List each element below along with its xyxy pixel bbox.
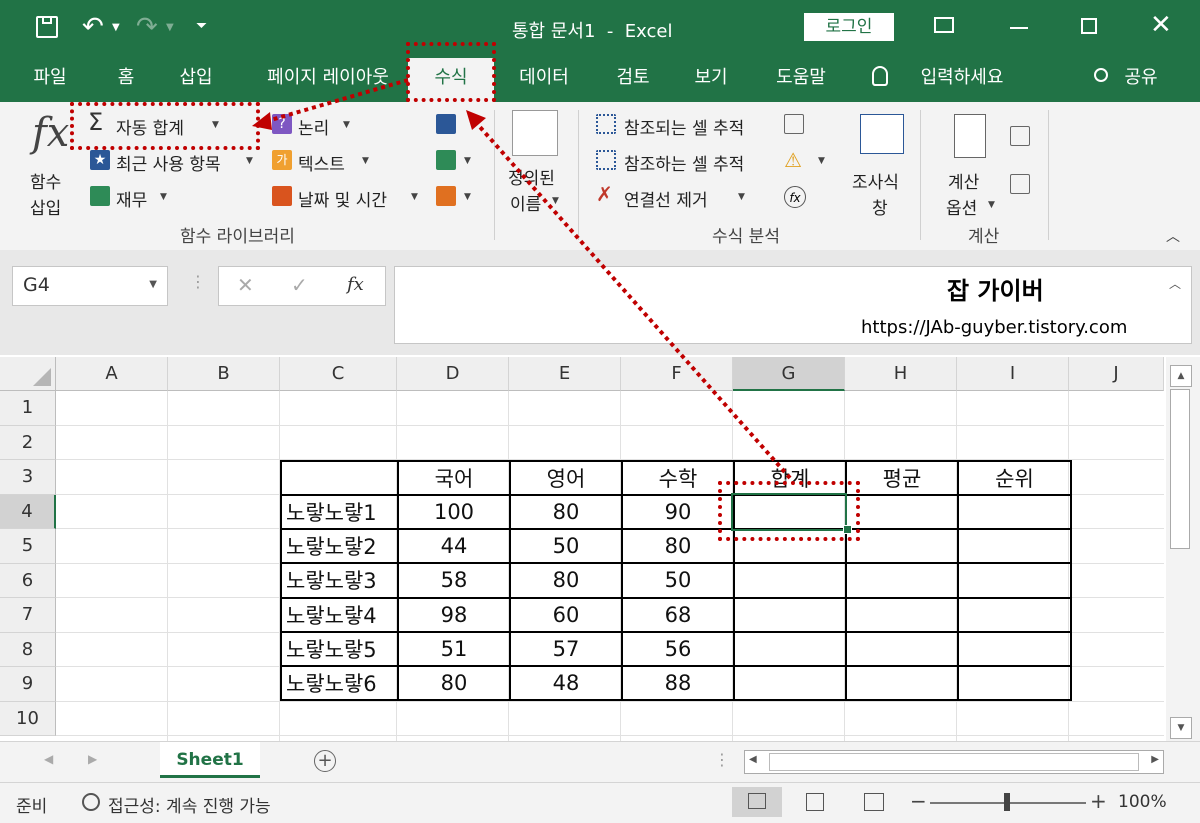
zoom-out-icon[interactable]: − (910, 789, 927, 813)
page-break-view-icon[interactable] (864, 793, 884, 811)
arrowhead (466, 110, 486, 130)
zoom-level[interactable]: 100% (1118, 792, 1167, 812)
sheet-tab-sheet1[interactable]: Sheet1 (160, 742, 260, 778)
add-sheet-icon[interactable]: + (314, 750, 336, 772)
arrow-cell-to-tab (470, 116, 792, 480)
status-bar: 준비 접근성: 계속 진행 가능 − + 100% (0, 782, 1200, 823)
scroll-thumb[interactable] (769, 753, 1139, 771)
annotation-arrows (252, 78, 792, 480)
zoom-slider-thumb[interactable] (1004, 793, 1010, 811)
horizontal-scrollbar[interactable]: ◀ ▶ (744, 750, 1164, 774)
scroll-left-icon[interactable]: ◀ (749, 754, 757, 765)
status-ready: 준비 (16, 797, 48, 817)
grip-icon: ⋮ (714, 750, 730, 769)
arrowhead (252, 112, 272, 130)
next-sheet-icon[interactable]: ▶ (88, 752, 97, 766)
prev-sheet-icon[interactable]: ◀ (44, 752, 53, 766)
accessibility-status[interactable]: 접근성: 계속 진행 가능 (108, 792, 271, 817)
zoom-in-icon[interactable]: + (1090, 789, 1107, 813)
accessibility-icon[interactable] (82, 793, 100, 811)
arrow-tab-to-autosum (263, 78, 409, 124)
page-layout-view-icon[interactable] (806, 793, 824, 811)
normal-view-icon[interactable] (732, 787, 782, 817)
scroll-right-icon[interactable]: ▶ (1151, 754, 1159, 765)
sheet-tab-bar: ◀ ▶ Sheet1 + ⋮ ◀ ▶ (0, 741, 1200, 783)
